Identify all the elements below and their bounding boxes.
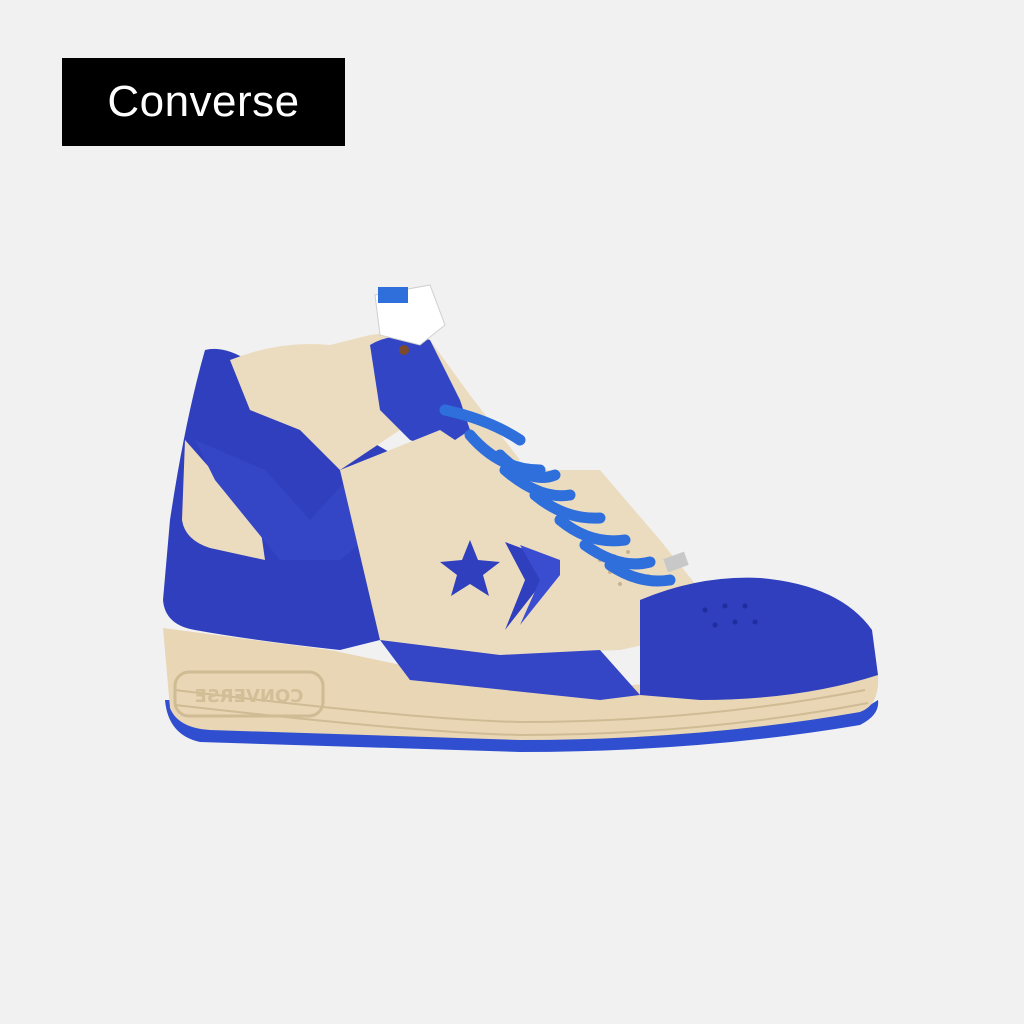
sidewall-text: CONVERSE	[195, 686, 304, 707]
tongue-tab	[378, 287, 408, 303]
toe-cap	[640, 577, 878, 700]
sneaker-image: CONVERSE	[163, 284, 879, 752]
eyelet	[399, 345, 409, 355]
